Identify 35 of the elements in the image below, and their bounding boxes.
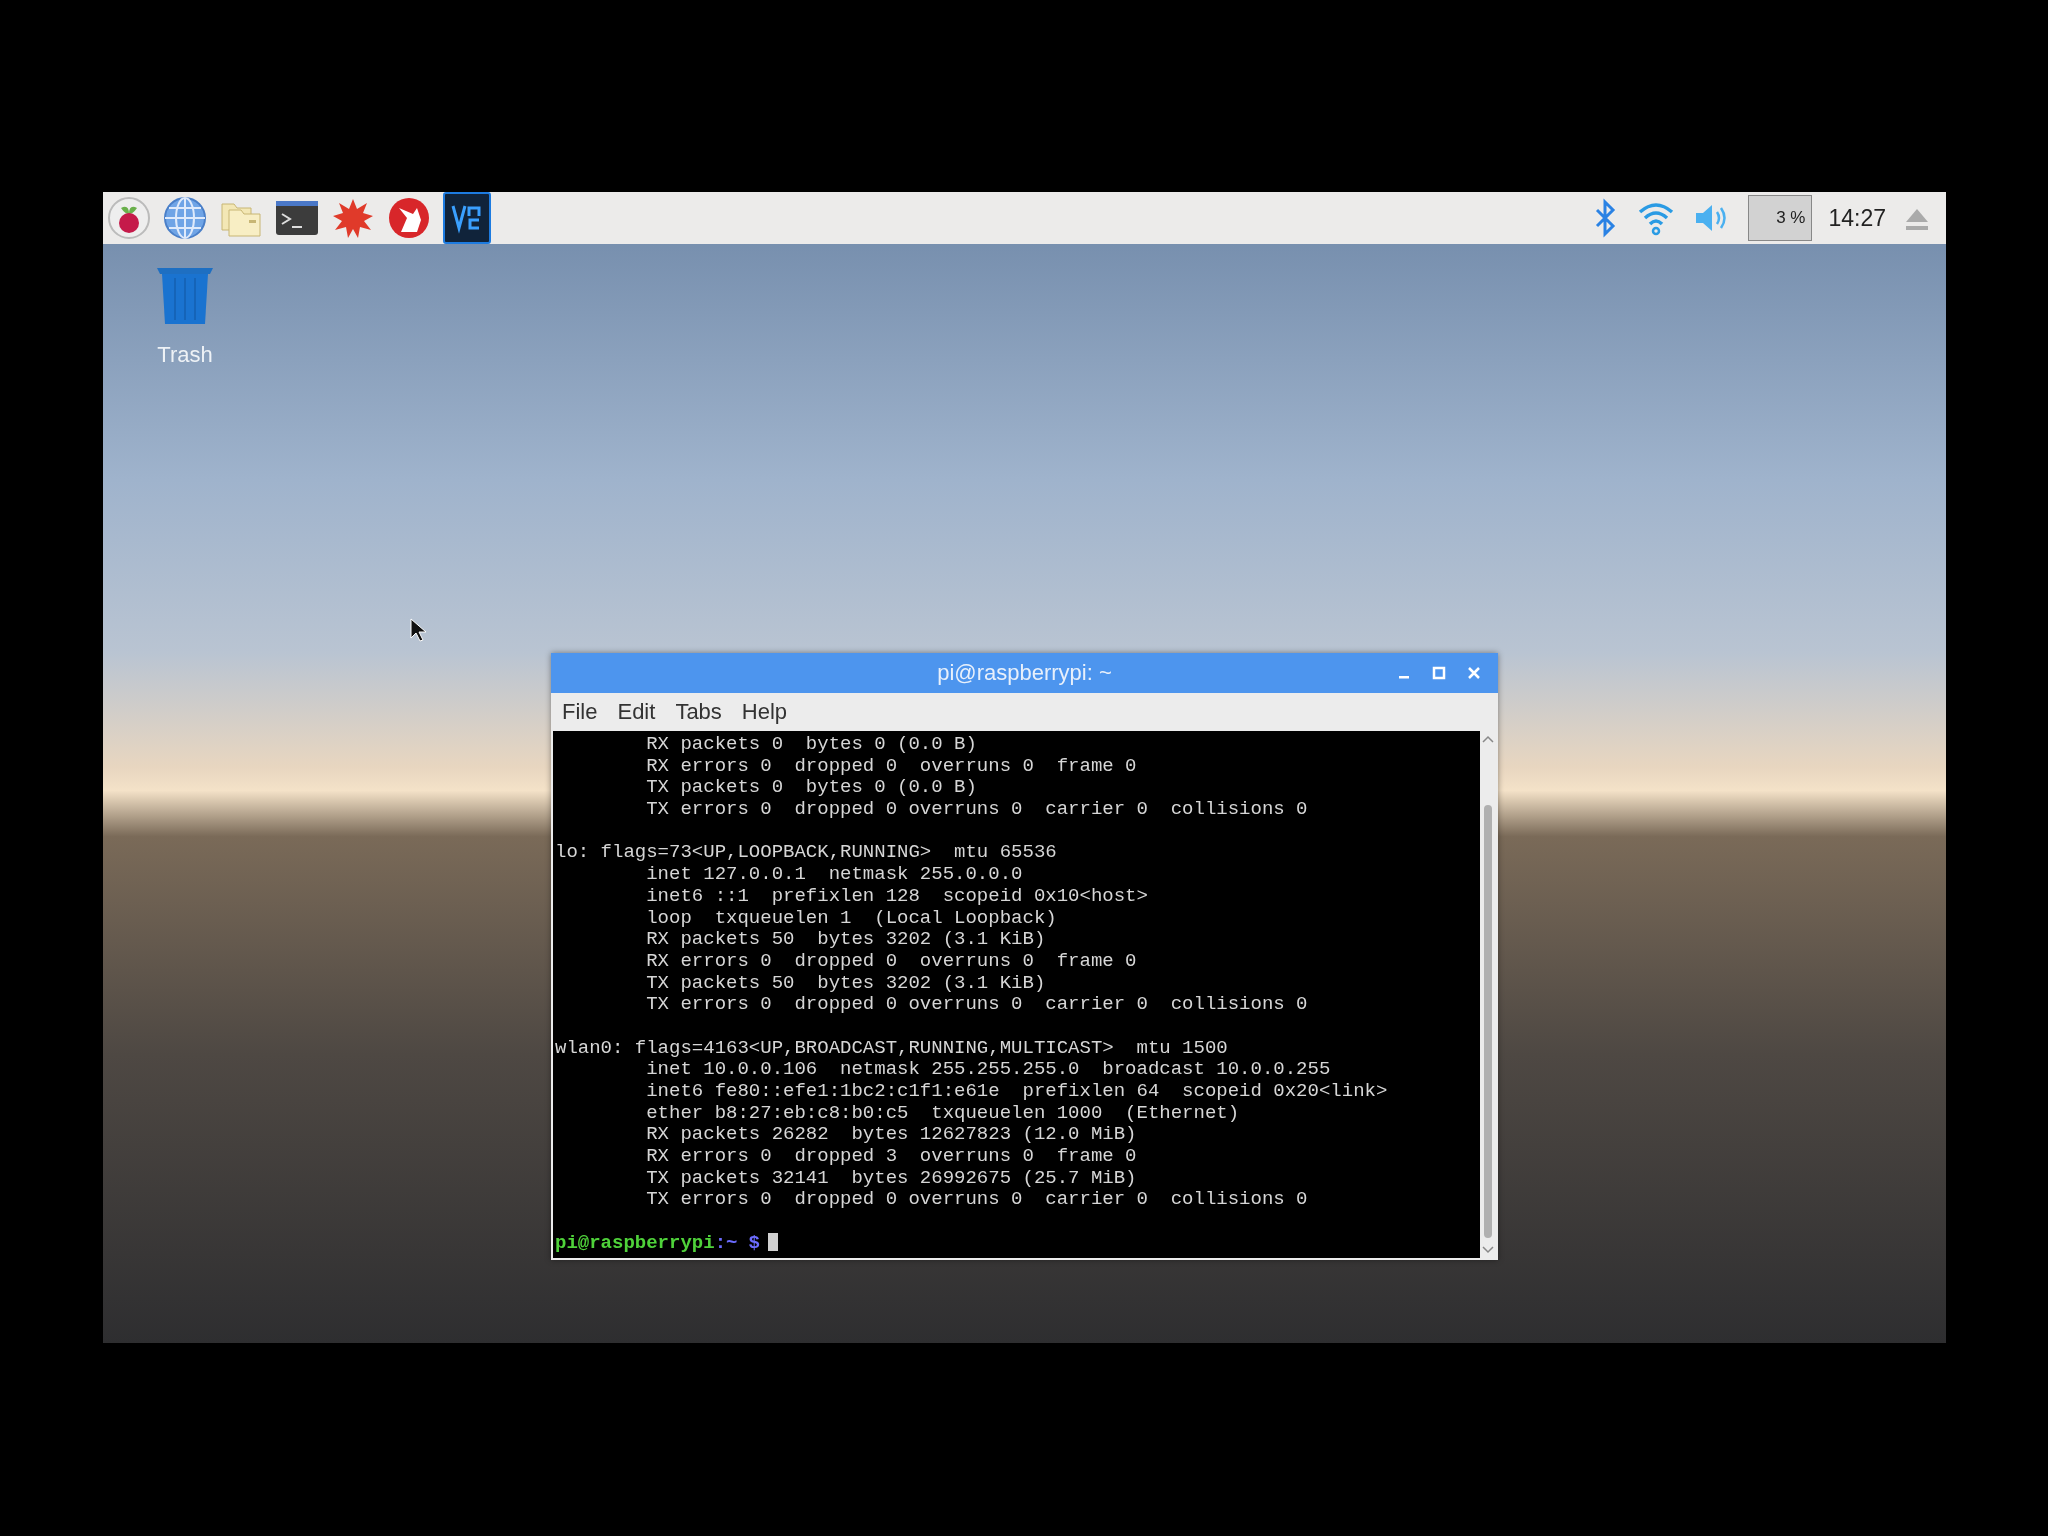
prompt-symbol: $ (748, 1231, 760, 1254)
terminal-line: wlan0: flags=4163<UP,BROADCAST,RUNNING,MULTICAST> mtu 1500 (555, 1037, 1229, 1060)
terminal-line: TX packets 32141 bytes 26992675 (25.7 MiB) (645, 1167, 1138, 1190)
terminal-line: TX packets 0 bytes 0 (0.0 B) (645, 777, 978, 800)
terminal-line: lo: flags=73<UP,LOOPBACK,RUNNING> mtu 65536 (555, 842, 1058, 865)
menu-item[interactable]: File (562, 699, 598, 725)
menu-item[interactable]: Tabs (675, 699, 722, 725)
window-title: pi@raspberrypi: ~ (937, 660, 1112, 686)
menu-item[interactable]: Help (741, 699, 788, 725)
terminal-line: TX errors 0 dropped 0 overruns 0 carrier 0 collisions 0 (645, 799, 1309, 821)
terminal-line: RX packets 0 bytes 0 (0.0 B) (645, 734, 978, 756)
terminal-line: TX packets 50 bytes 3202 (3.1 KiB) (645, 972, 1047, 995)
terminal-line: TX errors 0 dropped 0 overruns 0 carrier 0 collisions 0 (645, 994, 1309, 1016)
menu-item[interactable]: Edit (617, 699, 656, 725)
cpu-monitor[interactable]: 3 % (1748, 195, 1813, 241)
terminal-line: inet 127.0.0.1 netmask 255.0.0.0 (645, 864, 1024, 886)
terminal-line: RX errors 0 dropped 0 overruns 0 frame 0 (645, 950, 1138, 973)
terminal-line: inet6 ::1 prefixlen 128 scopeid 0x10<host> (645, 885, 1149, 908)
prompt-user-host: pi@raspberrypi (555, 1231, 715, 1254)
terminal-line: RX errors 0 dropped 0 overruns 0 frame 0 (645, 755, 1138, 778)
terminal-line: TX errors 0 dropped 0 overruns 0 carrier 0 collisions 0 (645, 1189, 1309, 1212)
mouse-pointer-icon (410, 618, 426, 642)
prompt-path: :~ (714, 1231, 738, 1254)
terminal-line: RX packets 26282 bytes 12627823 (12.0 MiB) (645, 1124, 1138, 1147)
terminal-line: RX packets 50 bytes 3202 (3.1 KiB) (645, 929, 1047, 951)
text-cursor (767, 1232, 778, 1251)
globe-icon[interactable] (163, 196, 207, 240)
terminal-line: RX errors 0 dropped 3 overruns 0 frame 0 (645, 1146, 1138, 1168)
terminal-line: inet6 fe80::efe1:1bc2:c1f1:e61e prefixlen 64 scopeid 0x20<link> (645, 1081, 1389, 1103)
raspberry-icon[interactable] (107, 196, 151, 240)
clock[interactable]: 14:27 (1828, 204, 1886, 232)
terminal-line: ether b8:27:eb:c8:b0:c5 txqueuelen 1000 (Ethernet) (645, 1102, 1241, 1125)
scrollbar-thumb[interactable] (1484, 805, 1492, 1238)
terminal-line: loop txqueuelen 1 (Local Loopback) (645, 907, 1058, 930)
terminal-line: inet 10.0.0.106 netmask 255.255.255.0 broadcast 10.0.0.255 (645, 1059, 1332, 1081)
